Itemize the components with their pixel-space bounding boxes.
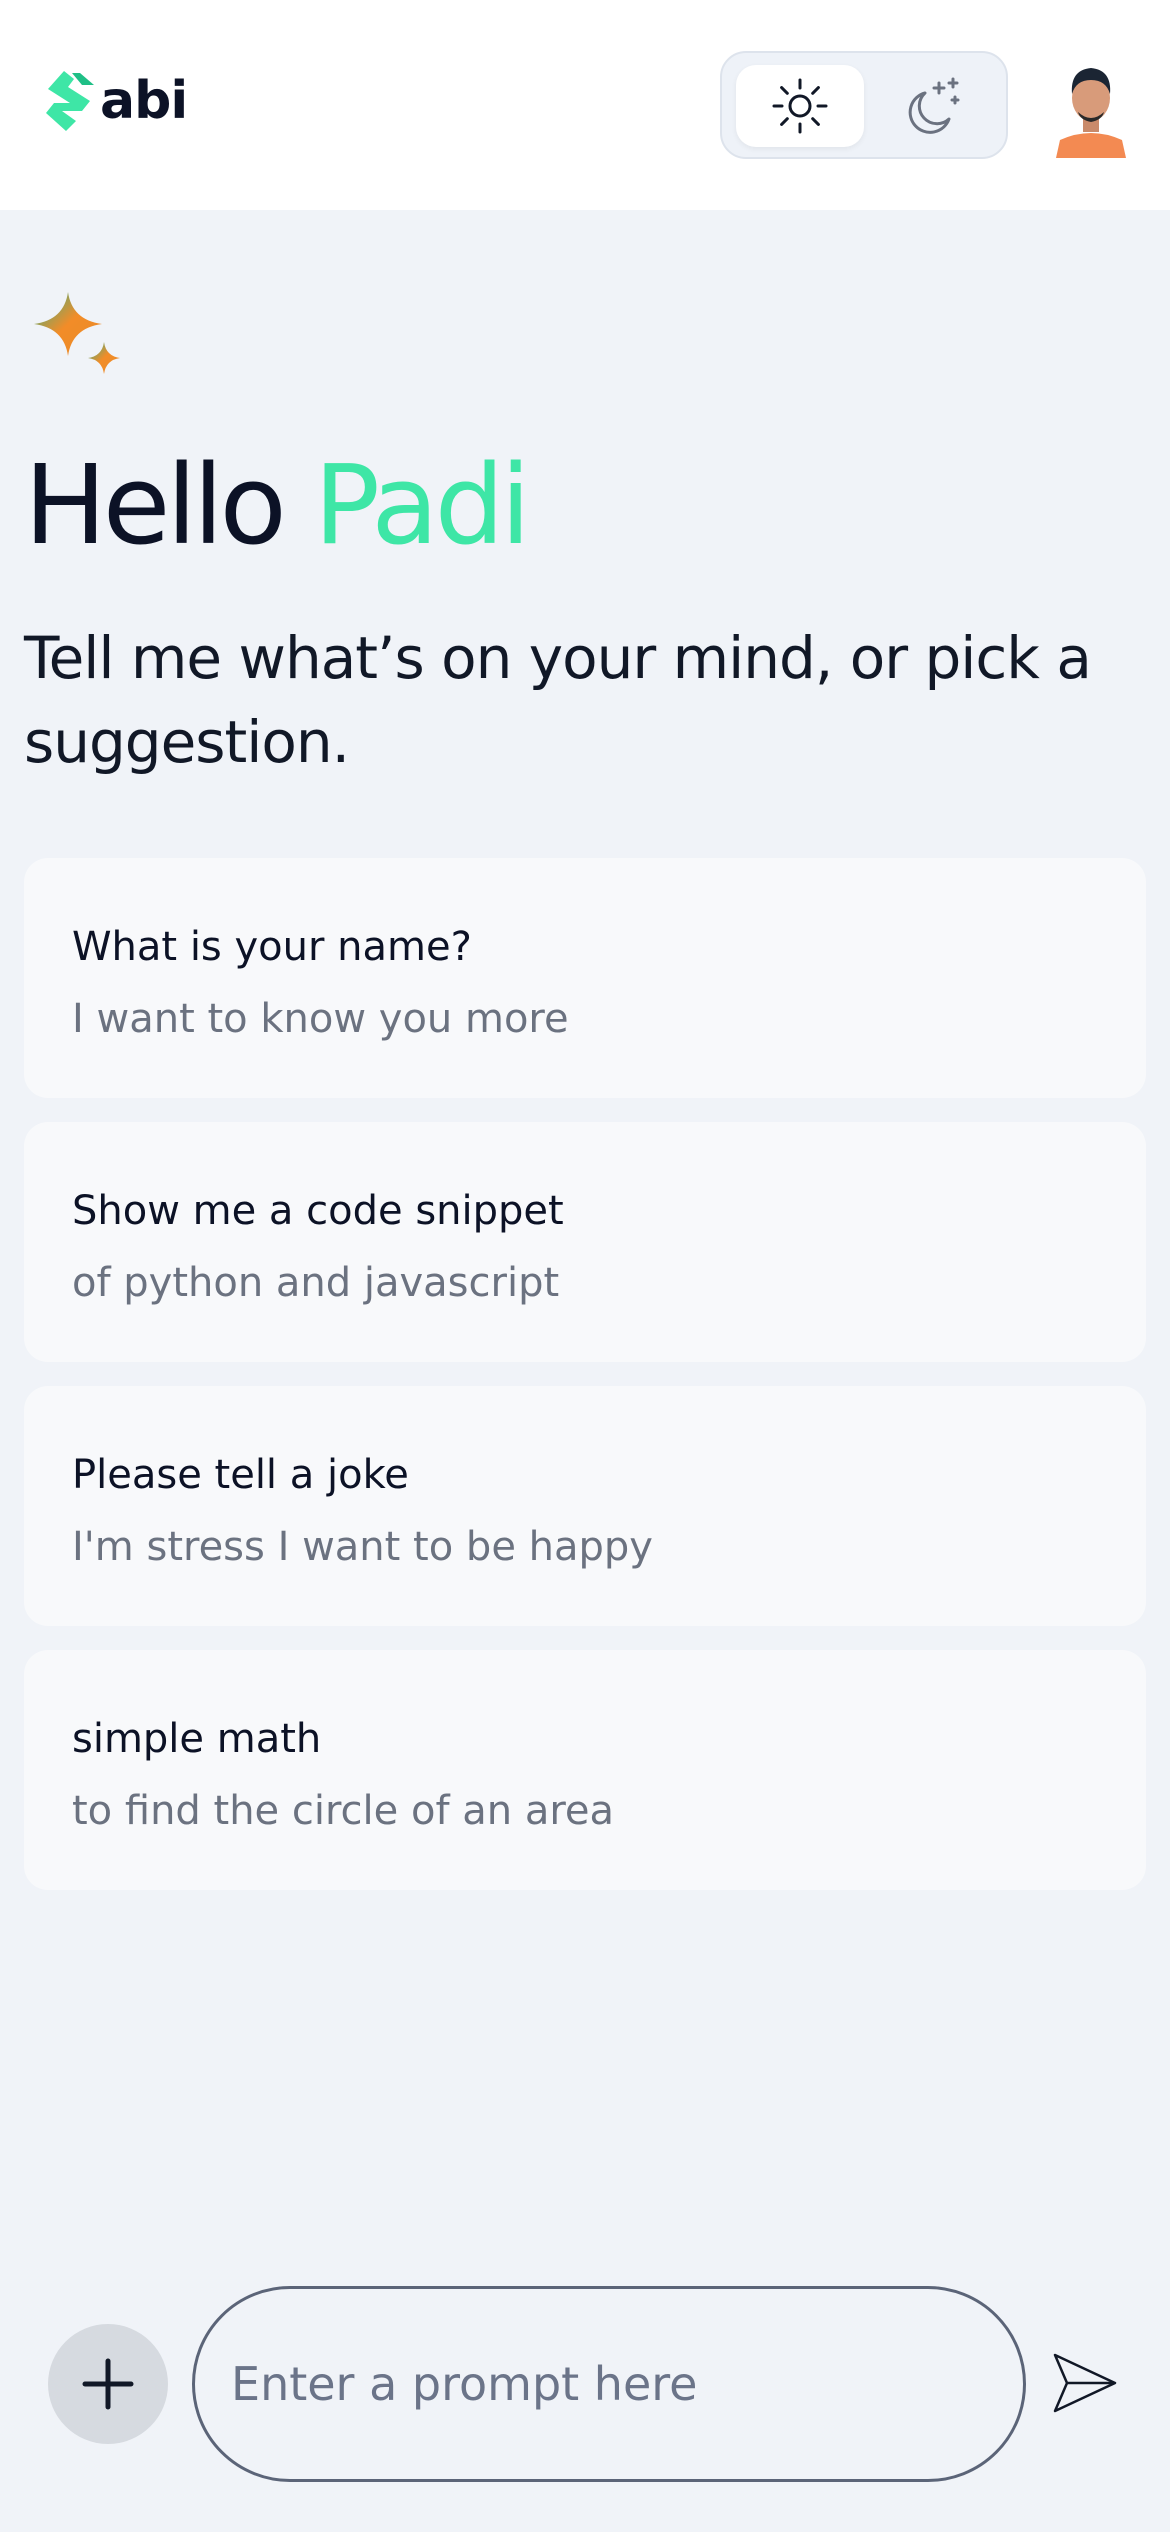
- suggestion-subtitle: I'm stress I want to be happy: [72, 1524, 653, 1570]
- suggestion-title: What is your name?: [72, 924, 472, 970]
- theme-toggle: [720, 51, 1008, 159]
- app-logo[interactable]: abi: [42, 66, 188, 136]
- app-header: abi: [0, 0, 1170, 210]
- avatar[interactable]: [1052, 58, 1130, 158]
- dark-mode-button[interactable]: [868, 65, 996, 147]
- add-attachment-button[interactable]: [48, 2324, 168, 2444]
- greeting-name: Padi: [313, 441, 531, 569]
- suggestion-card[interactable]: What is your name? I want to know you mo…: [24, 858, 1146, 1098]
- brand-name: abi: [100, 71, 188, 131]
- suggestion-card[interactable]: Show me a code snippet of python and jav…: [24, 1122, 1146, 1362]
- suggestion-title: Please tell a joke: [72, 1452, 409, 1498]
- greeting-hello: Hello: [24, 441, 287, 569]
- sparkle-icon: [34, 292, 120, 374]
- moon-stars-icon: [908, 77, 960, 134]
- suggestion-subtitle: of python and javascript: [72, 1260, 560, 1306]
- suggestion-title: Show me a code snippet: [72, 1188, 564, 1234]
- send-icon[interactable]: [1052, 2352, 1118, 2414]
- prompt-input[interactable]: [192, 2286, 1026, 2482]
- sun-icon: [772, 78, 828, 134]
- suggestion-card[interactable]: simple math to find the circle of an are…: [24, 1650, 1146, 1890]
- greeting-heading: Hello Padi: [24, 440, 531, 570]
- logo-mark-icon: [46, 71, 94, 131]
- suggestion-subtitle: to find the circle of an area: [72, 1788, 615, 1834]
- light-mode-button[interactable]: [736, 65, 864, 147]
- plus-icon: [82, 2358, 134, 2410]
- suggestion-title: simple math: [72, 1716, 322, 1762]
- suggestion-subtitle: I want to know you more: [72, 996, 569, 1042]
- greeting-subtitle: Tell me what’s on your mind, or pick a s…: [24, 624, 1092, 776]
- suggestion-card[interactable]: Please tell a joke I'm stress I want to …: [24, 1386, 1146, 1626]
